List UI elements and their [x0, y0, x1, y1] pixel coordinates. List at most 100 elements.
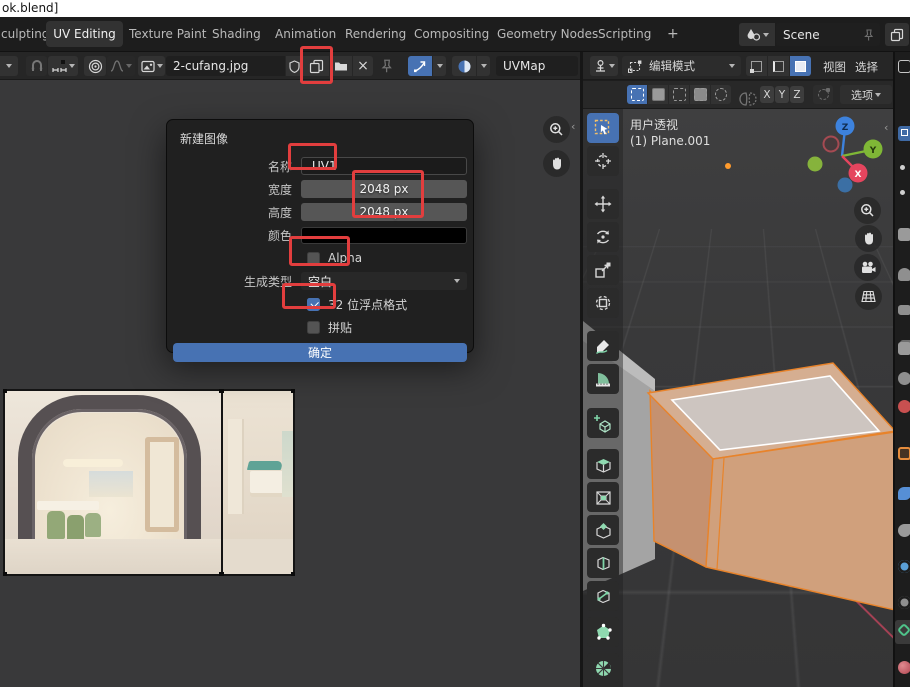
scene-copy-button[interactable]	[885, 23, 909, 46]
uv-zoom-button[interactable]	[543, 116, 570, 143]
tool-bevel[interactable]	[587, 515, 619, 545]
uv-edge-right[interactable]	[293, 389, 295, 576]
select-extend-button[interactable]	[648, 85, 668, 104]
viewport-zoom-button[interactable]	[854, 197, 881, 224]
properties-tab-output[interactable]	[898, 305, 910, 315]
orientation-gizmo[interactable]: Z Y X	[805, 112, 889, 196]
new-image-dialog[interactable]: 新建图像 名称 UV1 宽度 2048 px 高度 2048 px 颜色 Alp	[166, 119, 474, 353]
select-new-button[interactable]	[627, 85, 647, 104]
tool-move[interactable]	[587, 189, 619, 219]
tool-rotate[interactable]	[587, 222, 619, 252]
tool-inset[interactable]	[587, 482, 619, 512]
uv-editor-type-button[interactable]	[0, 56, 18, 76]
tab-scripting[interactable]: Scripting	[598, 27, 651, 41]
tab-add-workspace[interactable]: +	[667, 26, 679, 42]
axis-y-button[interactable]: Y	[775, 86, 789, 103]
height-slider[interactable]: 2048 px	[301, 203, 467, 221]
mirror-icon[interactable]	[738, 91, 758, 107]
properties-tab-view-layer[interactable]	[898, 342, 910, 355]
open-image-button[interactable]	[330, 56, 352, 76]
fake-user-button[interactable]	[286, 56, 302, 76]
tab-compositing[interactable]: Compositing	[414, 27, 489, 41]
viewport-pan-button[interactable]	[855, 225, 882, 252]
tool-extrude[interactable]	[587, 449, 619, 479]
tool-cursor[interactable]	[587, 146, 619, 176]
tool-transform[interactable]	[587, 288, 619, 318]
select-mode-face[interactable]	[790, 56, 811, 76]
image-browse-button[interactable]	[138, 56, 165, 76]
tiled-checkbox[interactable]	[307, 321, 320, 334]
scene-name-field[interactable]: Scene	[776, 23, 880, 46]
axis-z-button[interactable]: Z	[790, 86, 804, 103]
width-slider[interactable]: 2048 px	[301, 180, 467, 198]
tool-annotate[interactable]	[587, 331, 619, 361]
properties-tab-scene[interactable]	[898, 372, 910, 385]
tab-texture-paint[interactable]: Texture Paint	[129, 27, 206, 41]
uv-pan-button[interactable]	[543, 150, 570, 177]
uv-edge-left[interactable]	[3, 389, 5, 576]
viewport-editor-type-button[interactable]	[590, 56, 618, 76]
properties-tab-object[interactable]	[898, 447, 910, 460]
tab-rendering[interactable]: Rendering	[345, 27, 406, 41]
proportional-falloff-button[interactable]	[813, 85, 833, 104]
float32-checkbox[interactable]	[307, 298, 320, 311]
ok-button[interactable]: 确定	[173, 343, 467, 362]
menu-select[interactable]: 选择	[855, 59, 878, 75]
axis-x-button[interactable]: X	[760, 86, 774, 103]
tool-loop-cut[interactable]	[587, 548, 619, 578]
uv-vertex[interactable]	[219, 572, 224, 576]
tab-geometry-nodes[interactable]: Geometry Nodes	[497, 27, 598, 41]
properties-tab-material[interactable]	[898, 661, 910, 674]
uv-vertex[interactable]	[219, 389, 224, 393]
properties-tab-world[interactable]	[898, 400, 910, 413]
tool-measure[interactable]	[587, 364, 619, 394]
scene-type-button[interactable]	[739, 23, 775, 46]
proportional-edit-button[interactable]	[84, 56, 106, 76]
properties-tab-particles[interactable]	[898, 524, 910, 537]
tab-sculpting[interactable]: culpting	[1, 27, 49, 41]
uv-sync-button[interactable]	[408, 56, 432, 76]
image-name-field[interactable]: 2-cufang.jpg	[166, 56, 285, 76]
properties-tab-constraints[interactable]	[898, 596, 910, 609]
unlink-image-button[interactable]: ×	[353, 56, 373, 76]
display-channels-dropdown[interactable]	[477, 56, 490, 76]
select-mode-edge[interactable]	[768, 56, 789, 76]
tool-spin[interactable]	[587, 653, 619, 683]
tab-shading[interactable]: Shading	[212, 27, 261, 41]
properties-tab-tool[interactable]	[898, 126, 910, 141]
uv-sidebar-collapse-arrow[interactable]: ‹	[571, 120, 575, 133]
select-intersect-button[interactable]	[711, 85, 731, 104]
uvmap-field[interactable]: UVMap	[496, 56, 578, 76]
uv-vertex[interactable]	[3, 389, 7, 393]
viewport-sidebar-collapse-arrow[interactable]: ‹	[884, 121, 888, 134]
tool-scale[interactable]	[587, 255, 619, 285]
uv-vertex[interactable]	[291, 572, 295, 576]
properties-tab-physics[interactable]	[898, 560, 910, 573]
select-subtract-button[interactable]	[669, 85, 689, 104]
mode-dropdown[interactable]: 编辑模式	[622, 56, 741, 76]
display-channels-button[interactable]	[452, 56, 476, 76]
tool-select-box[interactable]	[587, 113, 619, 143]
uv-edge-top[interactable]	[3, 389, 295, 391]
alpha-checkbox[interactable]	[307, 252, 320, 265]
uv-edge-mid[interactable]	[221, 389, 223, 576]
falloff-dropdown[interactable]	[107, 56, 135, 76]
snap-toggle-button[interactable]	[26, 56, 47, 76]
options-dropdown[interactable]: 选项	[840, 85, 892, 104]
uv-edge-bottom[interactable]	[3, 574, 295, 576]
tool-add-cube[interactable]	[587, 408, 619, 438]
properties-tab-render[interactable]	[898, 268, 910, 281]
snap-target-button[interactable]	[48, 56, 78, 76]
tab-animation[interactable]: Animation	[275, 27, 336, 41]
select-invert-button[interactable]	[690, 85, 710, 104]
pin-icon[interactable]	[379, 58, 394, 74]
color-swatch[interactable]	[301, 227, 467, 244]
generated-type-dropdown[interactable]: 空白	[301, 272, 467, 290]
pin-icon[interactable]	[862, 28, 875, 42]
uv-vertex[interactable]	[3, 572, 7, 576]
new-image-button[interactable]	[303, 56, 329, 76]
tool-poly-build[interactable]	[587, 617, 619, 647]
name-input[interactable]: UV1	[301, 157, 467, 175]
viewport-camera-button[interactable]	[854, 254, 881, 281]
tool-knife[interactable]	[587, 581, 619, 611]
